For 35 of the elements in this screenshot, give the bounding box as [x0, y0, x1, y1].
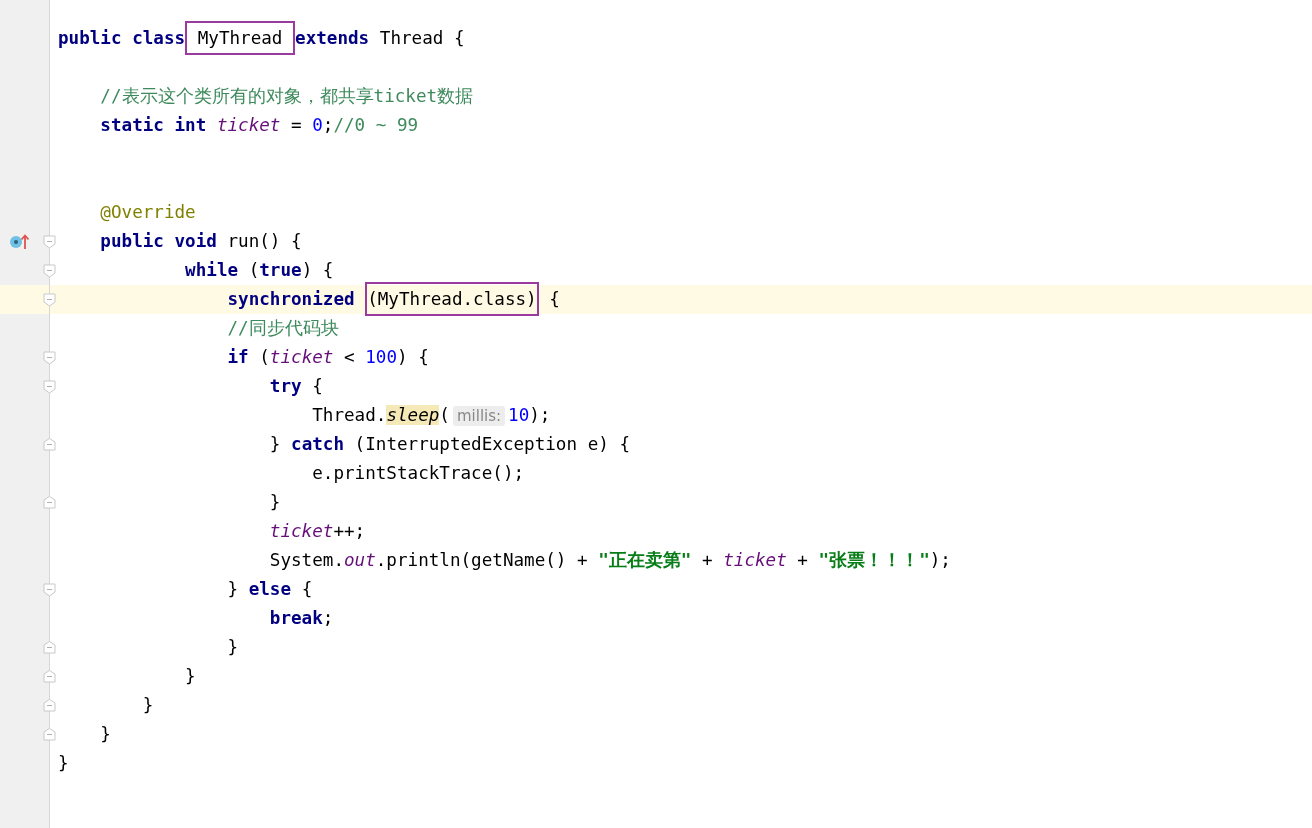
code-line: //同步代码块 [226, 317, 339, 340]
fold-icon[interactable] [43, 641, 56, 655]
fold-icon[interactable] [43, 351, 56, 365]
code-line: } [99, 723, 111, 746]
code-line: @Override [99, 201, 196, 224]
fold-icon[interactable] [43, 728, 56, 742]
code-line: break; [268, 607, 334, 630]
code-line: Thread.sleep( millis: 10); [311, 403, 551, 428]
code-line: } [141, 694, 154, 717]
code-line: while (true) { [184, 259, 334, 282]
code-line: } else { [226, 578, 313, 601]
fold-icon[interactable] [43, 235, 56, 249]
fold-icon[interactable] [43, 438, 56, 452]
code-line: try { [268, 375, 323, 398]
code-line: } catch (InterruptedException e) { [268, 433, 630, 456]
code-line: System.out.println(getName() + "正在卖第" + ticket + "张票！！！"); [268, 549, 951, 572]
fold-icon[interactable] [43, 699, 56, 713]
code-line: public class MyThread extends Thread { [50, 20, 465, 57]
code-line: } [57, 752, 69, 775]
code-line: } [226, 636, 239, 659]
fold-icon[interactable] [43, 293, 56, 307]
fold-icon[interactable] [43, 670, 56, 684]
code-line: e.printStackTrace(); [311, 462, 525, 485]
fold-icon[interactable] [43, 496, 56, 510]
code-line: //表示这个类所有的对象，都共享ticket数据 [99, 85, 474, 108]
code-line: static int ticket = 0;//0 ~ 99 [99, 114, 419, 137]
code-line: if (ticket < 100) { [226, 346, 429, 369]
fold-icon[interactable] [43, 264, 56, 278]
fold-icon[interactable] [43, 583, 56, 597]
fold-icon[interactable] [43, 380, 56, 394]
code-line: public void run() { [99, 230, 302, 253]
override-icon[interactable] [9, 233, 29, 250]
code-line: } [184, 665, 196, 688]
code-line: ticket++; [268, 520, 366, 543]
code-line: } [268, 491, 281, 514]
